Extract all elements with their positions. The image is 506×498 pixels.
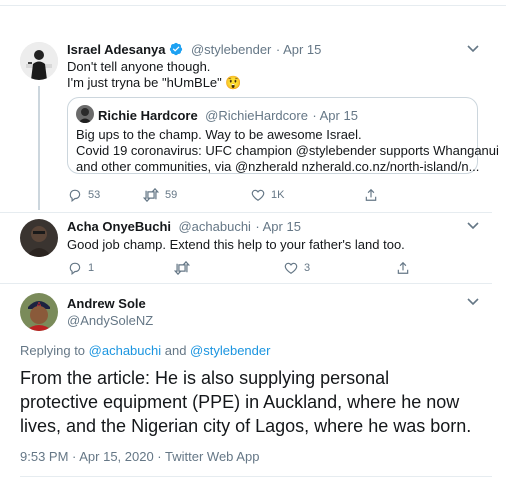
tweet3-handle[interactable]: @AndySoleNZ	[67, 313, 153, 328]
tweet2-more-chevron-icon[interactable]	[466, 221, 480, 231]
quote-text-line1: Big ups to the champ. Way to be awesome …	[76, 127, 362, 142]
reply-icon	[69, 262, 81, 275]
divider-2	[0, 283, 492, 284]
tweet1-retweet-count: 59	[165, 189, 178, 201]
tweet2-handle[interactable]: @achabuchi	[178, 219, 250, 234]
tweet1-retweet-button[interactable]: 59	[143, 188, 251, 202]
replying-to-stylebender-link[interactable]: @stylebender	[190, 343, 270, 358]
tweet3-text-line1: From the article: He is also supplying p…	[20, 368, 390, 388]
tweet2-header: Acha OnyeBuchi @achabuchi · Apr 15	[67, 218, 301, 236]
tweet3-more-chevron-icon[interactable]	[466, 297, 480, 307]
top-border	[0, 5, 506, 6]
tweet2-text: Good job champ. Extend this help to your…	[67, 237, 405, 252]
tweet2-retweet-button[interactable]	[174, 261, 284, 275]
quote-text-line3: and other communities, via @nzherald nzh…	[76, 159, 480, 174]
reply-icon	[69, 189, 81, 202]
tweet2-like-button[interactable]: 3	[284, 261, 396, 275]
tweet2-actions: 1 3	[68, 261, 410, 275]
tweet1-like-count: 1K	[271, 189, 285, 201]
tweet1-handle[interactable]: @stylebender	[191, 42, 271, 57]
retweet-icon	[143, 188, 159, 202]
share-icon	[397, 261, 409, 274]
tweet3-source[interactable]: Twitter Web App	[165, 449, 259, 464]
quote-header: Richie Hardcore @RichieHardcore · Apr 15	[98, 107, 358, 125]
replying-to: Replying to @achabuchi and @stylebender	[20, 343, 270, 358]
tweet2-date[interactable]: · Apr 15	[255, 219, 301, 234]
share-icon	[365, 188, 377, 201]
tweet3-text: From the article: He is also supplying p…	[20, 366, 471, 438]
tweet1-text-line1: Don't tell anyone though.	[67, 59, 211, 74]
quote-text-line2: Covid 19 coronavirus: UFC champion @styl…	[76, 143, 499, 158]
tweet3-timestamp-row: 9:53 PM · Apr 15, 2020 · Twitter Web App	[20, 449, 259, 464]
tweet3-author-name[interactable]: Andrew Sole	[67, 296, 146, 311]
quote-date[interactable]: · Apr 15	[312, 108, 358, 123]
tweet2-reply-button[interactable]: 1	[68, 261, 174, 275]
replying-to-label: Replying to	[20, 343, 89, 358]
tweet1-author-name[interactable]: Israel Adesanya	[67, 42, 166, 57]
avatar-richie-hardcore[interactable]	[76, 105, 94, 123]
avatar-andrew-sole[interactable]: A	[20, 293, 58, 331]
tweet1-share-button[interactable]	[364, 188, 378, 202]
heart-icon	[251, 189, 265, 201]
tweet1-actions: 53 59 1K	[68, 188, 378, 202]
tweet2-author-name[interactable]: Acha OnyeBuchi	[67, 219, 171, 234]
avatar-israel-adesanya[interactable]	[20, 42, 58, 80]
astonished-emoji-icon: 😲	[225, 75, 242, 90]
tweet2-like-count: 3	[304, 262, 311, 274]
tweet3-text-line2: protective equipment (PPE) in Auckland, …	[20, 392, 460, 412]
quote-author-name[interactable]: Richie Hardcore	[98, 108, 198, 123]
divider-1	[0, 212, 492, 213]
divider-3	[20, 476, 492, 477]
tweet1-text-line2: I'm just tryna be "hUmBLe"	[67, 75, 222, 90]
tweet1-like-button[interactable]: 1K	[251, 188, 364, 202]
tweet1-text-line2-wrap: I'm just tryna be "hUmBLe" 😲	[67, 74, 242, 91]
tweet1-more-chevron-icon[interactable]	[466, 44, 480, 54]
tweet1-reply-button[interactable]: 53	[68, 188, 143, 202]
retweet-icon	[174, 261, 190, 275]
tweet1-reply-count: 53	[88, 189, 101, 201]
tweet3-text-line3: lives, and the Nigerian city of Lagos, w…	[20, 416, 472, 436]
tweet2-share-button[interactable]	[396, 261, 410, 275]
tweet3-timestamp[interactable]: 9:53 PM · Apr 15, 2020 ·	[20, 449, 165, 464]
avatar-acha-onyebuchi[interactable]	[20, 219, 58, 257]
replying-to-achabuchi-link[interactable]: @achabuchi	[89, 343, 161, 358]
thread-line	[38, 86, 40, 210]
tweet2-reply-count: 1	[88, 262, 95, 274]
heart-icon	[284, 262, 298, 274]
tweet1-date[interactable]: · Apr 15	[276, 42, 322, 57]
replying-to-and: and	[161, 343, 191, 358]
quote-handle[interactable]: @RichieHardcore	[205, 108, 308, 123]
